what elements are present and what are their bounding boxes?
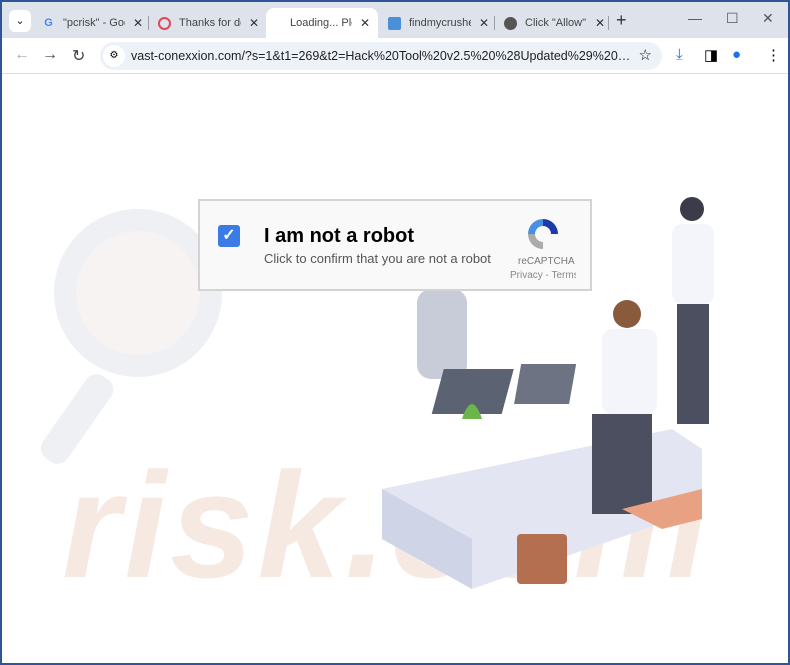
page-content: risk.com ✓ I am not a robot Click to con… <box>2 74 788 663</box>
bookmark-star-icon[interactable]: ☆ <box>639 46 652 64</box>
opera-icon <box>158 16 171 30</box>
close-tab-icon[interactable]: ✕ <box>133 16 143 30</box>
tab-findmycrushes[interactable]: findmycrushes✕ <box>380 8 497 38</box>
watermark-magnifier <box>54 209 222 377</box>
tab-thanks[interactable]: Thanks for downloading✕ <box>150 8 267 38</box>
tab-strip: ⌄ G"pcrisk" - Google✕ Thanks for downloa… <box>2 2 788 38</box>
site-info-icon[interactable]: ⚙ <box>103 45 125 67</box>
tab-separator <box>494 16 495 30</box>
new-tab-button[interactable]: + <box>616 10 627 31</box>
tab-loading[interactable]: Loading... Please wait✕ <box>266 8 378 38</box>
forward-button[interactable]: → <box>42 46 58 64</box>
globe-icon <box>504 16 517 30</box>
menu-icon[interactable]: ⋮ <box>766 46 781 64</box>
recaptcha-brand: reCAPTCHA <box>518 256 575 267</box>
close-tab-icon[interactable]: ✕ <box>479 16 489 30</box>
download-icon[interactable]: ⤓ <box>676 46 683 63</box>
maximize-button[interactable]: ☐ <box>726 10 739 27</box>
close-tab-icon[interactable]: ✕ <box>249 16 259 30</box>
tab-search-button[interactable]: ⌄ <box>9 10 31 32</box>
recaptcha-logo-icon <box>528 219 558 249</box>
minimize-button[interactable]: — <box>688 10 702 26</box>
address-bar[interactable]: ⚙ vast-conexxion.com/?s=1&t1=269&t2=Hack… <box>100 42 662 70</box>
captcha-checkbox[interactable]: ✓ <box>218 225 240 247</box>
captcha-subtitle: Click to confirm that you are not a robo… <box>264 251 491 266</box>
side-panel-icon[interactable]: ◨ <box>704 46 718 64</box>
profile-avatar[interactable]: ● <box>732 46 741 63</box>
back-button[interactable]: ← <box>14 46 30 64</box>
toolbar: ← → ↻ ⚙ vast-conexxion.com/?s=1&t1=269&t… <box>2 38 788 74</box>
close-tab-icon[interactable]: ✕ <box>360 16 370 30</box>
reload-button[interactable]: ↻ <box>72 46 85 66</box>
site-icon <box>388 16 401 30</box>
close-tab-icon[interactable]: ✕ <box>595 16 605 30</box>
close-window-button[interactable]: ✕ <box>762 10 774 27</box>
recaptcha-widget: ✓ I am not a robot Click to confirm that… <box>198 199 592 291</box>
tab-pcrisk[interactable]: G"pcrisk" - Google✕ <box>34 8 151 38</box>
browser-window: ⌄ G"pcrisk" - Google✕ Thanks for downloa… <box>2 2 788 663</box>
captcha-title: I am not a robot <box>264 225 414 247</box>
tab-separator <box>608 16 609 30</box>
url-text[interactable]: vast-conexxion.com/?s=1&t1=269&t2=Hack%2… <box>131 49 631 63</box>
privacy-terms-links[interactable]: Privacy - Terms <box>510 270 576 281</box>
tab-separator <box>148 16 149 30</box>
google-icon: G <box>44 16 53 29</box>
tab-click-allow[interactable]: Click "Allow" ✕ <box>496 8 613 38</box>
